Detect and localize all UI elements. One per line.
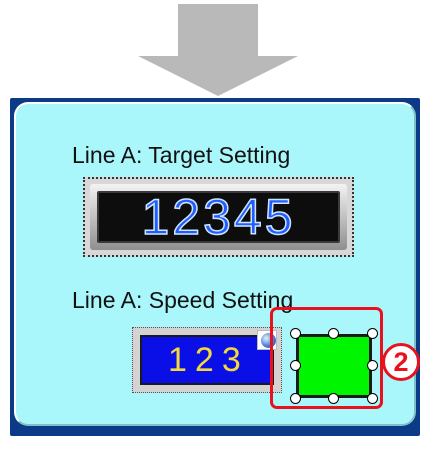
callout-number-badge: 2 [382,343,420,381]
target-setting-label: Line A: Target Setting [72,142,291,168]
target-display-bezel: 12345 [90,184,347,250]
speed-display-screen: 123 [140,335,274,385]
callout-highlight-box [270,307,383,409]
target-setting-value: 12345 [141,189,296,245]
target-display-screen: 12345 [97,191,340,243]
speed-setting-input[interactable]: 123 [132,327,282,393]
target-setting-display[interactable]: 12345 [83,177,354,257]
speed-setting-value: 123 [168,340,249,379]
speed-setting-label: Line A: Speed Setting [72,287,294,313]
down-arrow-icon [138,4,298,96]
